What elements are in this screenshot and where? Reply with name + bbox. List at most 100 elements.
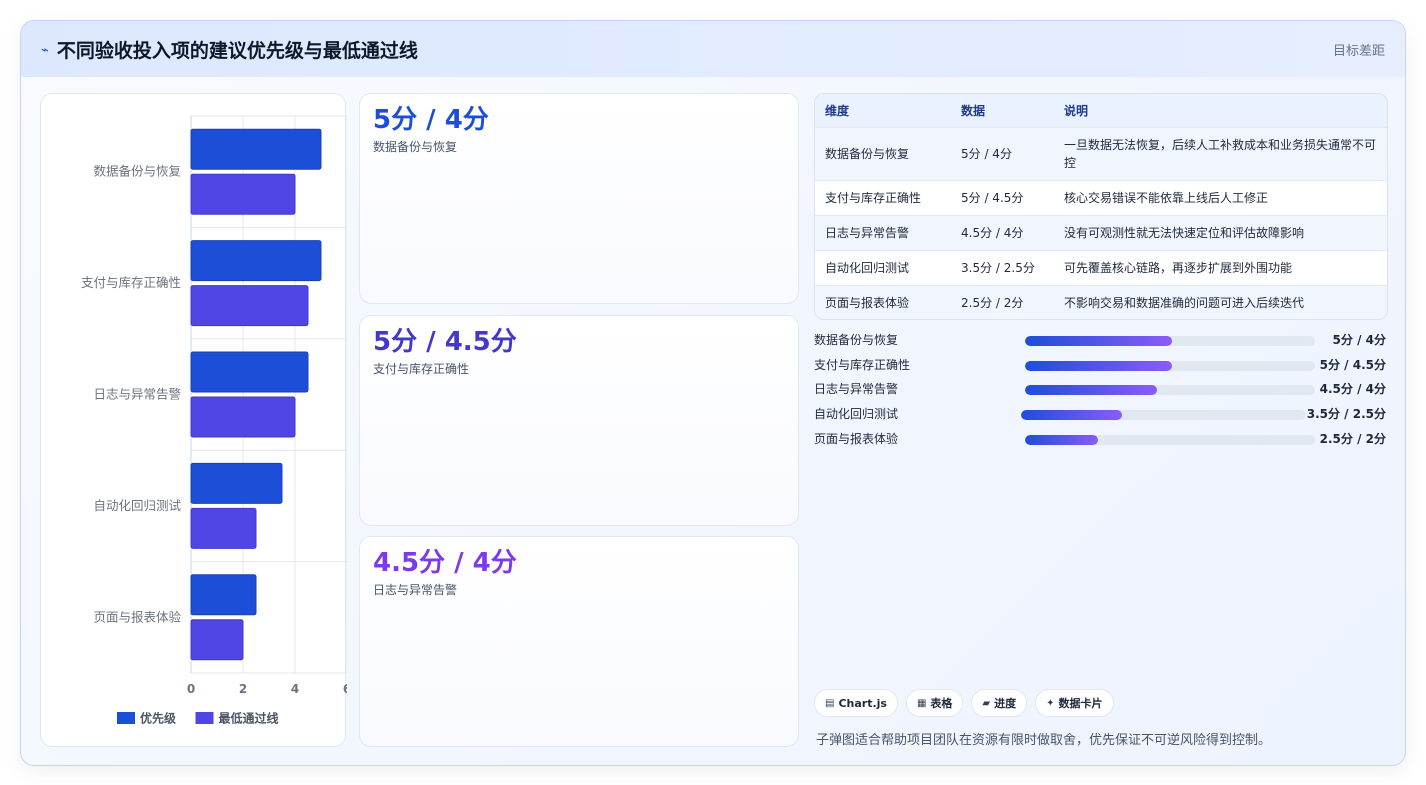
table-cell: 核心交易错误不能依靠上线后人工修正: [1064, 190, 1269, 205]
stat-label: 支付与库存正确性: [373, 362, 470, 376]
table-row: 支付与库存正确性 5分 / 4.5分 核心交易错误不能依靠上线后人工修正: [815, 180, 1387, 215]
chip-label: 进度: [994, 697, 1017, 710]
progress-track: [1025, 385, 1315, 395]
bar-priority: [190, 128, 322, 170]
x-tick-label: 6: [343, 682, 347, 696]
progress-value: 3.5分 / 2.5分: [1306, 407, 1386, 421]
header: ⌁ 不同验收投入项的建议优先级与最低通过线 目标差距: [21, 21, 1405, 77]
x-tick-label: 2: [239, 682, 247, 696]
progress-row: 自动化回归测试 3.5分 / 2.5分: [814, 403, 1388, 423]
bar-priority: [190, 462, 283, 504]
legend-label: 优先级: [140, 711, 176, 726]
table-cell: 页面与报表体验: [825, 295, 910, 310]
chip-chartjs[interactable]: ▤ Chart.js: [814, 689, 898, 717]
legend-label: 最低通过线: [219, 711, 279, 726]
table-row: 日志与异常告警 4.5分 / 4分 没有可观测性就无法快速定位和评估故障影响: [815, 215, 1387, 250]
category-label: 支付与库存正确性: [81, 275, 181, 290]
progress-label: 页面与报表体验: [814, 432, 899, 446]
progress-value: 4.5分 / 4分: [1319, 382, 1386, 396]
legend-swatch: [195, 712, 214, 724]
progress-icon: ▰: [982, 697, 991, 709]
footnote: 子弹图适合帮助项目团队在资源有限时做取舍，优先保证不可逆风险得到控制。: [816, 733, 1272, 748]
table-header-data: 数据: [961, 103, 986, 118]
table-cell: 自动化回归测试: [825, 260, 910, 275]
chip-label: 表格: [930, 697, 953, 710]
category-label: 日志与异常告警: [93, 387, 181, 402]
progress-row: 页面与报表体验 2.5分 / 2分: [814, 428, 1388, 448]
table-header-description: 说明: [1064, 103, 1089, 118]
stat-value: 5分 / 4.5分: [373, 327, 517, 357]
progress-row: 数据备份与恢复 5分 / 4分: [814, 329, 1388, 349]
progress-value: 5分 / 4分: [1332, 333, 1386, 347]
bar-chart-card: 数据备份与恢复支付与库存正确性日志与异常告警自动化回归测试页面与报表体验 0 2 4 6…: [40, 93, 347, 747]
table-cell: 4.5分 / 4分: [961, 225, 1024, 240]
x-tick-label: 4: [291, 682, 299, 696]
chip-table[interactable]: ▦ 表格: [905, 689, 964, 717]
table-row: 自动化回归测试 3.5分 / 2.5分 可先覆盖核心链路，再逐步扩展到外围功能: [815, 250, 1387, 285]
table-cell: 2.5分 / 2分: [961, 295, 1024, 310]
bar-threshold: [190, 507, 257, 549]
progress-value: 5分 / 4.5分: [1319, 358, 1386, 372]
page-title: 不同验收投入项的建议优先级与最低通过线: [56, 39, 418, 62]
data-table: 维度 数据 说明 数据备份与恢复 5分 / 4分 一旦数据无法恢复，后续人工补救…: [814, 93, 1388, 320]
stat-label: 数据备份与恢复: [373, 140, 458, 154]
chip-label: 数据卡片: [1058, 697, 1103, 710]
x-tick-label: 0: [187, 682, 195, 696]
progress-row: 日志与异常告警 4.5分 / 4分: [814, 378, 1388, 398]
bar-chart: 数据备份与恢复支付与库存正确性日志与异常告警自动化回归测试页面与报表体验 0 2 4 6…: [81, 115, 347, 726]
table-row: 数据备份与恢复 5分 / 4分 一旦数据无法恢复，后续人工补救成本和业务损失通常…: [815, 127, 1387, 180]
progress-fill: [1021, 410, 1123, 420]
chip-progress[interactable]: ▰ 进度: [971, 689, 1028, 717]
target-gap-label: 目标差距: [1332, 43, 1385, 59]
bar-priority: [190, 351, 309, 393]
stat-value: 5分 / 4分: [373, 105, 489, 135]
dashboard-frame: ⌁ 不同验收投入项的建议优先级与最低通过线 目标差距 数据备份与恢复 支付与库存正…: [20, 20, 1406, 766]
table-cell: 3.5分 / 2.5分: [961, 260, 1035, 275]
progress-fill: [1025, 385, 1157, 395]
stat-label: 日志与异常告警: [373, 583, 458, 597]
stat-card-1: 5分 / 4分 数据备份与恢复: [359, 93, 799, 304]
table-row: 页面与报表体验 2.5分 / 2分 不影响交易和数据准确的问题可进入后续迭代: [815, 285, 1387, 319]
table-header-row: 维度 数据 说明: [815, 94, 1387, 127]
category-label: 自动化回归测试: [93, 498, 181, 513]
progress-label: 日志与异常告警: [814, 382, 899, 396]
category-label: 页面与报表体验: [93, 609, 181, 624]
chip-data-cards[interactable]: ✦ 数据卡片: [1035, 689, 1114, 717]
bar-priority: [190, 574, 257, 616]
progress-label: 数据备份与恢复: [814, 333, 899, 347]
progress-fill: [1025, 336, 1173, 346]
progress-fill: [1025, 435, 1099, 445]
progress-track: [1025, 435, 1315, 445]
table-cell: 不影响交易和数据准确的问题可进入后续迭代: [1064, 295, 1305, 310]
progress-track: [1025, 336, 1315, 346]
table-icon: ▦: [916, 697, 927, 709]
progress-value: 2.5分 / 2分: [1319, 432, 1386, 446]
table-cell: 一旦数据无法恢复，后续人工补救成本和业务损失通常不可控: [1064, 137, 1377, 170]
bar-priority: [190, 240, 322, 282]
progress-track: [1021, 410, 1306, 420]
stat-card-2: 5分 / 4.5分 支付与库存正确性: [359, 315, 799, 526]
progress-track: [1025, 361, 1315, 371]
legend-swatch: [117, 712, 135, 724]
progress-row: 支付与库存正确性 5分 / 4.5分: [814, 354, 1388, 374]
progress-label: 自动化回归测试: [814, 407, 899, 421]
table-cell: 5分 / 4.5分: [961, 190, 1024, 205]
bar-threshold: [190, 619, 244, 661]
table-cell: 没有可观测性就无法快速定位和评估故障影响: [1064, 225, 1305, 240]
sparkle-icon: ✦: [1046, 697, 1055, 709]
table-header-dimension: 维度: [825, 103, 850, 118]
table-cell: 支付与库存正确性: [825, 190, 922, 205]
progress-label: 支付与库存正确性: [814, 358, 911, 372]
stat-value: 4.5分 / 4分: [373, 548, 517, 578]
line-chart-icon: ⌁: [41, 42, 49, 58]
stat-card-3: 4.5分 / 4分 日志与异常告警: [359, 536, 799, 747]
table-cell: 5分 / 4分: [961, 146, 1012, 161]
category-label: 数据备份与恢复: [93, 164, 181, 179]
bar-threshold: [190, 173, 296, 215]
table-cell: 可先覆盖核心链路，再逐步扩展到外围功能: [1064, 260, 1293, 275]
chip-label: Chart.js: [838, 696, 887, 710]
table-cell: 数据备份与恢复: [825, 146, 910, 161]
table-cell: 日志与异常告警: [825, 225, 910, 240]
chart-icon: ▤: [825, 697, 835, 709]
bar-threshold: [190, 285, 309, 327]
